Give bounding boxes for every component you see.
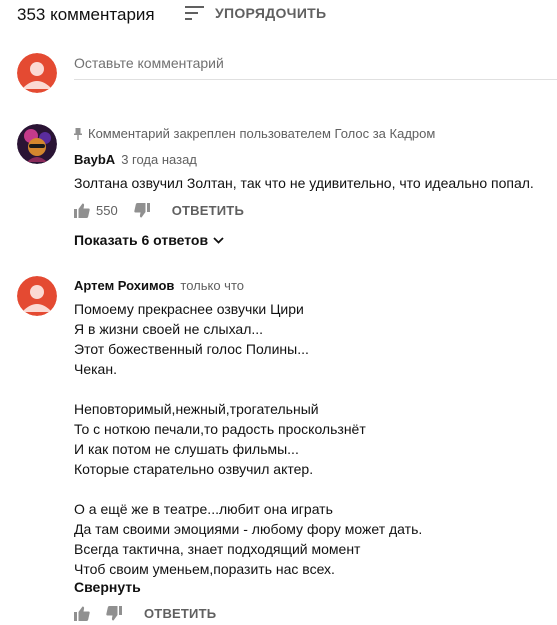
- like-icon[interactable]: [74, 203, 90, 218]
- like-icon[interactable]: [74, 606, 90, 621]
- comment-time[interactable]: только что: [180, 278, 244, 293]
- comment-actions: 550 ОТВЕТИТЬ: [74, 203, 244, 218]
- reply-button[interactable]: ОТВЕТИТЬ: [172, 203, 244, 218]
- pinned-label: Комментарий закреплен пользователем Голо…: [74, 126, 435, 141]
- comment-meta: Артем Рохимов только что: [74, 278, 244, 293]
- pin-icon: [74, 127, 82, 140]
- sort-icon: [185, 5, 205, 21]
- comment-author[interactable]: BaybA: [74, 152, 115, 167]
- author-avatar[interactable]: [17, 276, 57, 316]
- chevron-down-icon: [213, 236, 224, 244]
- reply-button[interactable]: ОТВЕТИТЬ: [144, 606, 216, 621]
- dislike-icon[interactable]: [106, 606, 122, 621]
- comment-meta: BaybA 3 года назад: [74, 152, 197, 167]
- comment-time[interactable]: 3 года назад: [121, 152, 197, 167]
- dislike-icon[interactable]: [134, 203, 150, 218]
- pinned-text: Комментарий закреплен пользователем Голо…: [88, 126, 436, 141]
- comment-author[interactable]: Артем Рохимов: [74, 278, 174, 293]
- current-user-avatar: [17, 53, 57, 93]
- like-count: 550: [96, 203, 118, 218]
- comment-input[interactable]: [74, 52, 557, 74]
- sort-label: УПОРЯДОЧИТЬ: [215, 5, 327, 21]
- show-replies-button[interactable]: Показать 6 ответов: [74, 232, 224, 248]
- show-replies-label: Показать 6 ответов: [74, 232, 209, 248]
- comment-count: 353 комментария: [17, 5, 155, 24]
- comment-actions: ОТВЕТИТЬ: [74, 606, 216, 621]
- comment-input-wrapper: [74, 52, 557, 80]
- collapse-button[interactable]: Свернуть: [74, 579, 141, 595]
- comment-text: Золтана озвучил Золтан, так что не удиви…: [74, 175, 534, 191]
- sort-button[interactable]: УПОРЯДОЧИТЬ: [185, 5, 326, 21]
- comment-text: Помоему прекраснее озвучки Цири Я в жизн…: [74, 301, 423, 577]
- author-avatar[interactable]: [17, 124, 57, 164]
